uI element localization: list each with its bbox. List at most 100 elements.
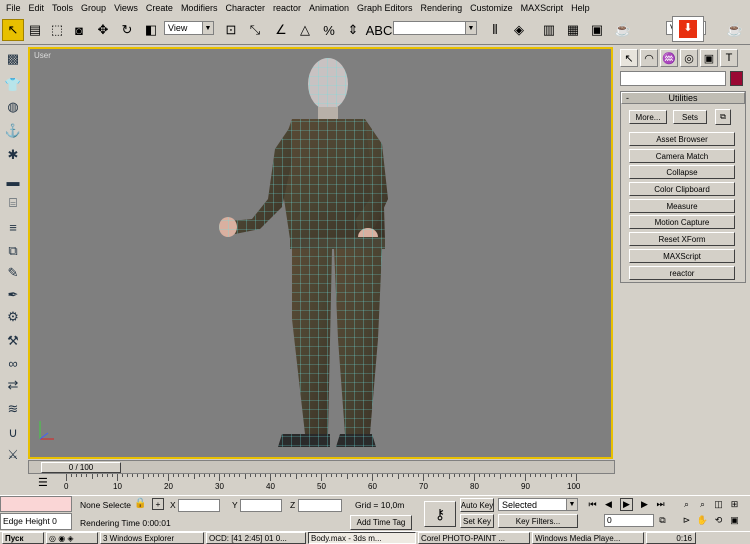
angle-snap-icon[interactable]: △ [294, 19, 316, 41]
menu-reactor[interactable]: reactor [269, 3, 305, 13]
material-editor-icon[interactable]: ▣ [586, 19, 608, 41]
current-frame-field[interactable]: 0 [604, 514, 654, 527]
create-tab-icon[interactable]: ↖ [620, 49, 638, 67]
reactor-button[interactable]: reactor [629, 266, 735, 280]
select-move-icon[interactable]: ✥ [92, 19, 114, 41]
menu-views[interactable]: Views [110, 3, 142, 13]
zoom-icon[interactable]: ⌕ [680, 498, 693, 511]
time-slider-thumb[interactable]: 0 / 100 [41, 462, 121, 473]
cylinder-icon[interactable]: ⌸ [2, 193, 24, 213]
z-coordinate-field[interactable] [298, 499, 342, 512]
y-coordinate-field[interactable] [240, 499, 282, 512]
spinner-snap-icon[interactable]: ⇕ [342, 19, 364, 41]
hammer-icon[interactable]: ⚒ [2, 331, 24, 351]
select-scale-icon[interactable]: ◧ [140, 19, 162, 41]
menu-create[interactable]: Create [142, 3, 177, 13]
asset-browser-button[interactable]: Asset Browser [629, 132, 735, 146]
track-bar[interactable]: ☰ 0 10 20 30 40 50 60 70 80 90 100 [0, 474, 615, 494]
menu-help[interactable]: Help [567, 3, 594, 13]
snap-toggle-icon[interactable]: ∠ [270, 19, 292, 41]
anchor-icon[interactable]: ⚓ [2, 121, 24, 141]
zoom-all-icon[interactable]: ⌕ [696, 498, 709, 511]
maximize-viewport-icon[interactable]: ▣ [728, 514, 741, 527]
object-color-swatch[interactable] [730, 71, 743, 86]
menu-animation[interactable]: Animation [305, 3, 353, 13]
collapse-button[interactable]: Collapse [629, 165, 735, 179]
taskbar-item-ocd[interactable]: OCD: [41 2:45] 01 0... [206, 532, 306, 544]
add-time-tag-button[interactable]: Add Time Tag [350, 515, 412, 530]
motion-capture-button[interactable]: Motion Capture [629, 215, 735, 229]
sets-button[interactable]: Sets [673, 110, 707, 124]
orbit-icon[interactable]: ⟲ [712, 514, 725, 527]
key-icon[interactable]: ⚷ [424, 501, 456, 527]
absolute-mode-icon[interactable]: + [152, 498, 164, 510]
camera-match-button[interactable]: Camera Match [629, 149, 735, 163]
render-scene-icon[interactable]: ☕ [612, 19, 634, 41]
named-selection-icon[interactable]: ABC [366, 19, 393, 41]
mirror-tool-icon[interactable]: ⫴ [484, 19, 506, 41]
zoom-extents-all-icon[interactable]: ⊞ [728, 498, 741, 511]
set-key-button[interactable]: Set Key [460, 514, 494, 528]
layers-icon[interactable]: ≡ [2, 217, 24, 237]
pivot-center-icon[interactable]: ⊡ [220, 19, 242, 41]
curve-editor-icon[interactable]: ▥ [538, 19, 560, 41]
pen-icon[interactable]: ✎ [2, 263, 24, 283]
measure-button[interactable]: Measure [629, 199, 735, 213]
time-slider[interactable]: 0 / 100 [28, 460, 615, 474]
percent-snap-icon[interactable]: % [318, 19, 340, 41]
go-to-end-icon[interactable]: ⏭ [654, 498, 667, 511]
quick-render-dropdown[interactable]: ⬇ [672, 16, 704, 42]
object-name-field[interactable] [620, 71, 726, 86]
align-icon[interactable]: ◈ [508, 19, 530, 41]
go-to-start-icon[interactable]: ⏮ [586, 498, 599, 511]
menu-customize[interactable]: Customize [466, 3, 517, 13]
select-object-icon[interactable]: ↖ [2, 19, 24, 41]
taskbar-item-corel[interactable]: Corel PHOTO-PAINT ... [418, 532, 530, 544]
color-clipboard-button[interactable]: Color Clipboard [629, 182, 735, 196]
reset-xform-button[interactable]: Reset XForm [629, 232, 735, 246]
maxscript-mini-listener-top[interactable] [0, 496, 72, 512]
quick-launch[interactable]: ◎ ◉ ◈ [46, 532, 98, 544]
menu-file[interactable]: File [2, 3, 25, 13]
taskbar-item-wmp[interactable]: Windows Media Playe... [532, 532, 644, 544]
key-mode-combo[interactable]: Selected ▼ [498, 498, 578, 511]
tube-icon[interactable]: ⧉ [2, 241, 24, 261]
display-floater-icon[interactable]: ▬ [2, 171, 24, 191]
zoom-extents-icon[interactable]: ◫ [712, 498, 725, 511]
menu-modifiers[interactable]: Modifiers [177, 3, 222, 13]
wave-icon[interactable]: ≋ [2, 399, 24, 419]
play-icon[interactable]: ▶ [620, 498, 633, 511]
taskbar-item-3dsmax[interactable]: Body.max - 3ds m... [308, 532, 416, 544]
x-coordinate-field[interactable] [178, 499, 220, 512]
tool-icon[interactable]: ⚔ [2, 445, 24, 465]
menu-group[interactable]: Group [77, 3, 110, 13]
utilities-tab-icon[interactable]: T [720, 49, 738, 67]
wand-icon[interactable]: ✒ [2, 285, 24, 305]
window-crossing-icon[interactable]: ◙ [68, 19, 90, 41]
configure-sets-icon[interactable]: ⧉ [715, 109, 731, 125]
auto-key-button[interactable]: Auto Key [460, 498, 494, 512]
menu-rendering[interactable]: Rendering [417, 3, 467, 13]
rect-selection-icon[interactable]: ⬚ [46, 19, 68, 41]
maxscript-button[interactable]: MAXScript [629, 249, 735, 263]
lock-icon[interactable]: 🔒 [134, 498, 146, 509]
modify-tab-icon[interactable]: ◠ [640, 49, 658, 67]
select-by-name-icon[interactable]: ▤ [24, 19, 46, 41]
display-tab-icon[interactable]: ▣ [700, 49, 718, 67]
spring-icon[interactable]: ∞ [2, 353, 24, 373]
shirt-icon[interactable]: 👕 [2, 75, 24, 95]
field-of-view-icon[interactable]: ⊳ [680, 514, 693, 527]
viewport-user[interactable]: User [28, 47, 613, 459]
gear-icon[interactable]: ⚙ [2, 307, 24, 327]
menu-edit[interactable]: Edit [25, 3, 49, 13]
more-button[interactable]: More... [629, 110, 667, 124]
hierarchy-tab-icon[interactable]: ♒ [660, 49, 678, 67]
reference-coordinate-combo[interactable]: View ▼ [164, 21, 214, 35]
magnet-icon[interactable]: ∪ [2, 423, 24, 443]
time-config-icon[interactable]: ⧉ [656, 514, 669, 527]
mini-curve-editor-icon[interactable]: ☰ [38, 476, 48, 489]
previous-frame-icon[interactable]: ◀ [602, 498, 615, 511]
figure-icon[interactable]: ✱ [2, 145, 24, 165]
sphere-icon[interactable]: ◍ [2, 97, 24, 117]
mirror-icon[interactable]: ⤡ [244, 19, 266, 41]
